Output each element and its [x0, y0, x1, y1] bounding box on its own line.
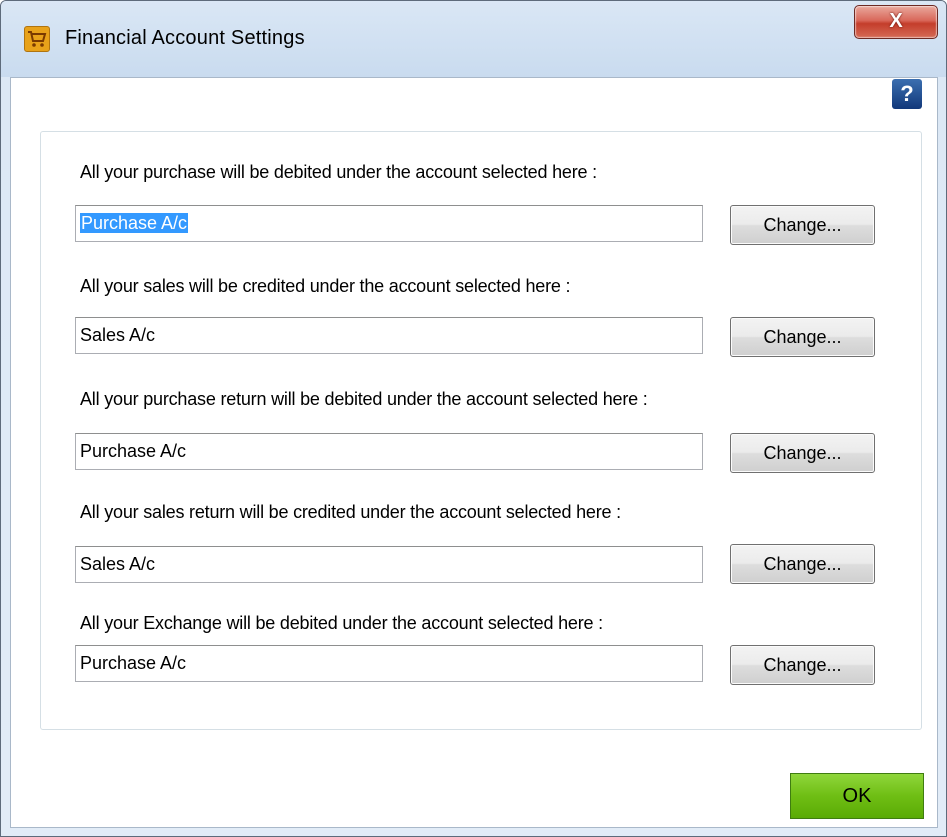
close-icon: X — [889, 10, 903, 32]
purchase-return-account-value: Purchase A/c — [80, 441, 187, 461]
sales-account-label: All your sales will be credited under th… — [80, 276, 571, 296]
change-purchase-account-button[interactable]: Change... — [730, 205, 875, 245]
change-purchase-return-account-button[interactable]: Change... — [730, 433, 875, 473]
purchase-account-field[interactable]: Purchase A/c — [75, 205, 703, 242]
exchange-account-field[interactable]: Purchase A/c — [75, 645, 703, 682]
ok-button-label: OK — [842, 785, 872, 807]
change-button-label: Change... — [763, 443, 842, 463]
close-button[interactable]: X — [854, 5, 938, 39]
help-icon[interactable]: ? — [892, 79, 922, 109]
exchange-account-label: All your Exchange will be debited under … — [80, 613, 603, 633]
sales-return-account-value: Sales A/c — [80, 554, 156, 574]
change-button-label: Change... — [763, 327, 842, 347]
change-button-label: Change... — [763, 215, 842, 235]
exchange-account-value: Purchase A/c — [80, 653, 187, 673]
shopping-cart-icon — [24, 26, 50, 52]
sales-return-account-field[interactable]: Sales A/c — [75, 546, 703, 583]
dialog-window: Financial Account Settings X ? All your … — [0, 0, 947, 837]
purchase-account-label: All your purchase will be debited under … — [80, 162, 597, 182]
purchase-return-account-label: All your purchase return will be debited… — [80, 389, 648, 409]
purchase-account-value: Purchase A/c — [80, 213, 189, 233]
change-button-label: Change... — [763, 655, 842, 675]
window-title: Financial Account Settings — [65, 27, 305, 49]
sales-account-value: Sales A/c — [80, 325, 156, 345]
purchase-return-account-field[interactable]: Purchase A/c — [75, 433, 703, 470]
change-button-label: Change... — [763, 554, 842, 574]
dialog-body: ? All your purchase will be debited unde… — [10, 77, 938, 828]
change-exchange-account-button[interactable]: Change... — [730, 645, 875, 685]
title-bar: Financial Account Settings X — [1, 1, 946, 77]
ok-button[interactable]: OK — [790, 773, 924, 819]
change-sales-return-account-button[interactable]: Change... — [730, 544, 875, 584]
sales-account-field[interactable]: Sales A/c — [75, 317, 703, 354]
change-sales-account-button[interactable]: Change... — [730, 317, 875, 357]
sales-return-account-label: All your sales return will be credited u… — [80, 502, 621, 522]
